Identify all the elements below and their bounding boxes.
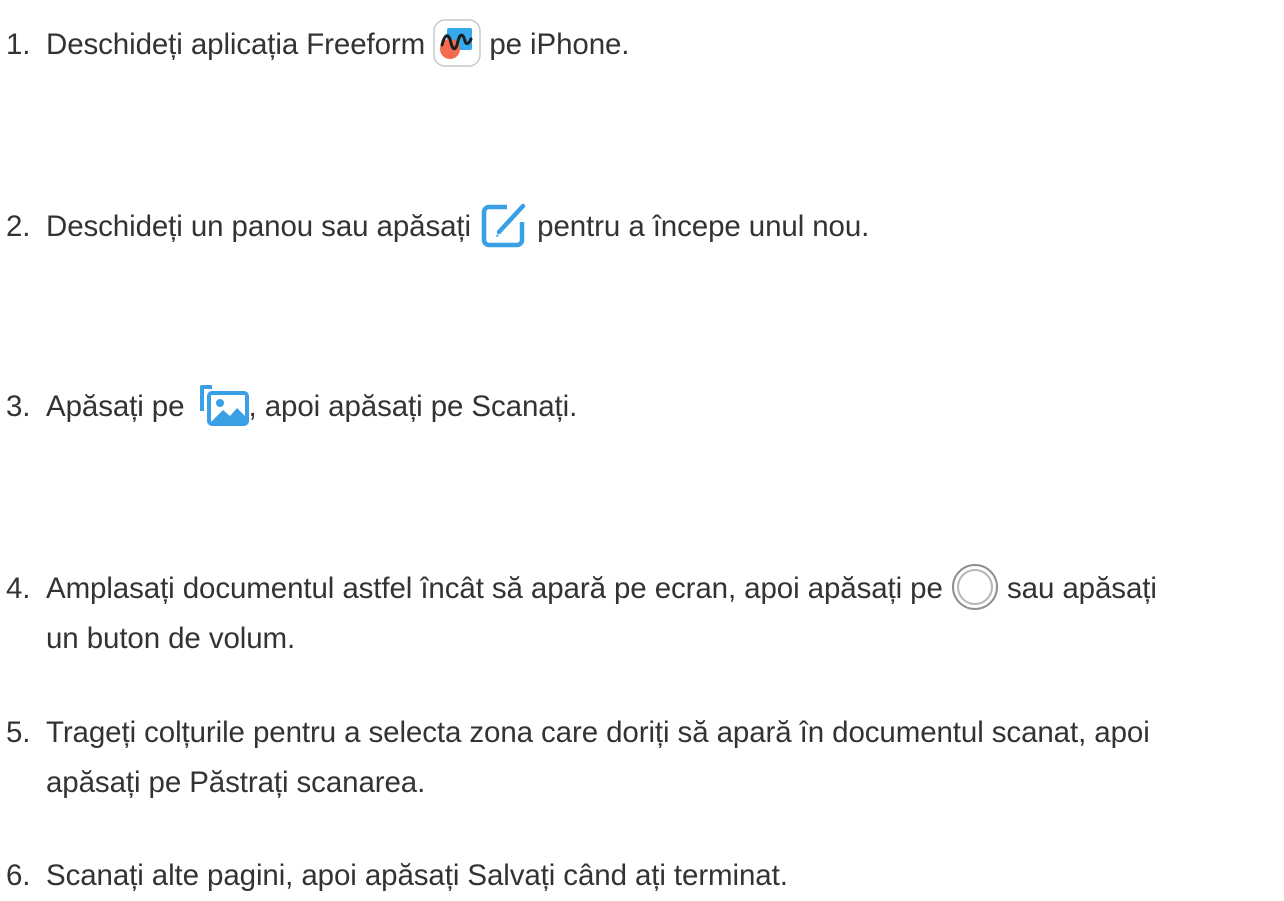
- step-text: Amplasați documentul astfel încât să apa…: [46, 572, 943, 605]
- step-number: 3.: [6, 390, 31, 423]
- step-text: Deschideți un panou sau apăsați: [46, 210, 471, 243]
- step-text-continuation: apăsați pe Păstrați scanarea.: [46, 766, 426, 799]
- step-text: pentru a începe unul nou.: [537, 210, 870, 243]
- step-text: , apoi apăsați pe Scanați.: [248, 390, 578, 423]
- step-5: 5. Trageți colțurile pentru a selecta zon…: [6, 708, 1278, 808]
- compose-new-board-icon: [479, 200, 529, 250]
- shutter-button-icon: [951, 563, 999, 611]
- step-4: 4. Amplasați documentul astfel încât să a…: [6, 564, 1278, 664]
- step-number: 5.: [6, 716, 31, 749]
- step-2: 2. Deschideți un panou sau apăsați pentru…: [6, 202, 1278, 253]
- step-text: Trageți colțurile pentru a selecta zona …: [46, 716, 1150, 749]
- step-text: sau apăsați: [1007, 572, 1157, 605]
- step-6: 6. Scanați alte pagini, apoi apăsați Salv…: [6, 851, 1278, 901]
- step-text-continuation: un buton de volum.: [46, 622, 296, 656]
- step-1: 1. Deschideți aplicația Freeform pe iPhon…: [6, 19, 1278, 70]
- step-number: 2.: [6, 210, 31, 243]
- step-number: 4.: [6, 572, 31, 605]
- step-3: 3. Apăsați pe , apoi apăsați pe Scanați.: [6, 382, 1278, 432]
- step-text: Deschideți aplicația Freeform: [46, 28, 426, 61]
- step-text: Scanați alte pagini, apoi apăsați Salvaț…: [46, 859, 788, 892]
- step-number: 6.: [6, 859, 31, 892]
- freeform-app-icon: [433, 19, 481, 67]
- step-text: Apăsați pe: [46, 390, 185, 423]
- step-text: pe iPhone.: [489, 28, 630, 61]
- step-number: 1.: [6, 28, 31, 61]
- photos-media-icon: [199, 383, 249, 427]
- instruction-list: 1. Deschideți aplicația Freeform pe iPhon…: [0, 0, 1284, 892]
